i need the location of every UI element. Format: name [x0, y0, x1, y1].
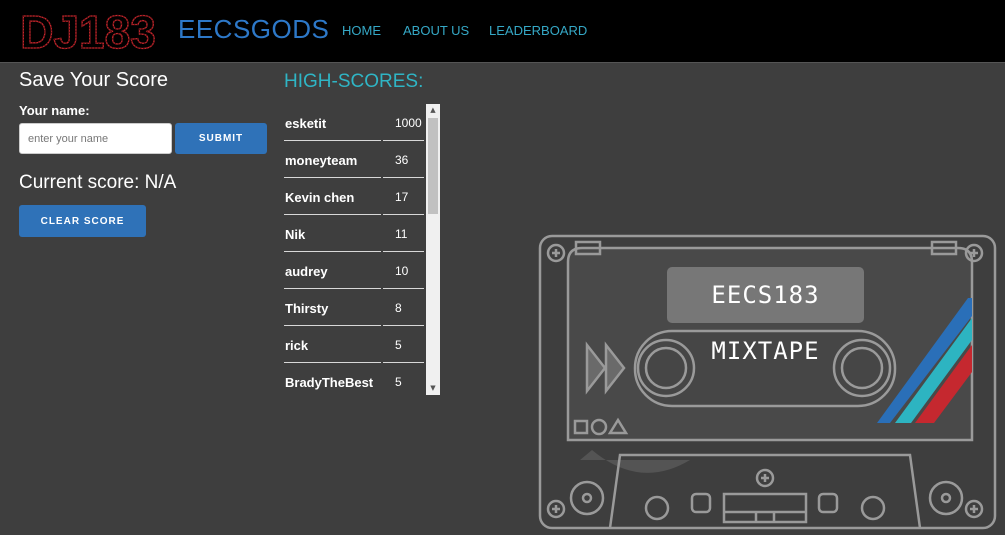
nav-leaderboard-link[interactable]: LEADERBOARD — [489, 23, 587, 38]
guide-hole — [644, 495, 670, 521]
nav-home-link[interactable]: HOME — [342, 23, 381, 38]
score-row: Nik 11 — [280, 215, 430, 252]
scroll-thumb[interactable] — [428, 118, 438, 214]
clear-score-button[interactable]: CLEAR SCORE — [19, 205, 146, 237]
score-row-value: 17 — [395, 190, 409, 204]
score-row: rick 5 — [280, 326, 430, 363]
submit-button[interactable]: SUBMIT — [175, 123, 267, 154]
high-scores-list[interactable]: esketit 1000 moneyteam 36 Kevin chen 17 … — [280, 104, 440, 395]
nav-about-link[interactable]: ABOUT US — [403, 23, 469, 38]
head-window — [722, 492, 808, 524]
brand-title[interactable]: EECSGODS — [178, 14, 329, 45]
score-row-value: 5 — [395, 338, 402, 352]
score-row-value: 10 — [395, 264, 409, 278]
score-row-name: esketit — [285, 116, 327, 131]
score-row: BradyTheBest 5 — [280, 363, 430, 395]
save-score-heading: Save Your Score — [19, 69, 168, 91]
score-row-name: moneyteam — [285, 153, 358, 168]
score-row-value: 11 — [395, 227, 408, 241]
svg-text:DJ183: DJ183 — [20, 8, 156, 54]
score-row-value: 5 — [395, 375, 402, 389]
scroll-down-arrow-icon[interactable]: ▼ — [426, 382, 440, 395]
score-row: Thirsty 8 — [280, 289, 430, 326]
guide-hole — [690, 492, 712, 514]
high-scores-scrollbar[interactable]: ▲ ▼ — [426, 104, 440, 395]
score-row: audrey 10 — [280, 252, 430, 289]
score-row-value: 8 — [395, 301, 402, 315]
score-row-name: Nik — [285, 227, 306, 242]
dj183-logo-graphic: DJ183 DJ183 — [20, 5, 157, 58]
high-scores-heading: HIGH-SCORES: — [284, 71, 424, 92]
score-row: esketit 1000 — [280, 104, 430, 141]
score-row-name: BradyTheBest — [285, 375, 374, 390]
top-navbar: DJ183 DJ183 EECSGODS HOME ABOUT US LEADE… — [0, 0, 1005, 63]
guide-hole — [569, 480, 605, 516]
guide-hole — [860, 495, 886, 521]
mixtape-label: EECS183 MIXTAPE — [667, 267, 864, 365]
score-row: moneyteam 36 — [280, 141, 430, 178]
score-row-value: 36 — [395, 153, 409, 167]
guide-hole — [928, 480, 964, 516]
score-row: Kevin chen 17 — [280, 178, 430, 215]
score-row-name: Kevin chen — [285, 190, 355, 205]
score-row-name: rick — [285, 338, 309, 353]
dj183-logo[interactable]: DJ183 DJ183 — [14, 5, 162, 58]
score-row-name: Thirsty — [285, 301, 329, 316]
name-input[interactable] — [19, 123, 172, 154]
scroll-up-arrow-icon[interactable]: ▲ — [426, 104, 440, 117]
guide-hole — [817, 492, 839, 514]
current-score-text: Current score: N/A — [19, 172, 177, 193]
name-label: Your name: — [19, 103, 90, 118]
score-row-value: 1000 — [395, 116, 422, 130]
score-row-name: audrey — [285, 264, 328, 279]
